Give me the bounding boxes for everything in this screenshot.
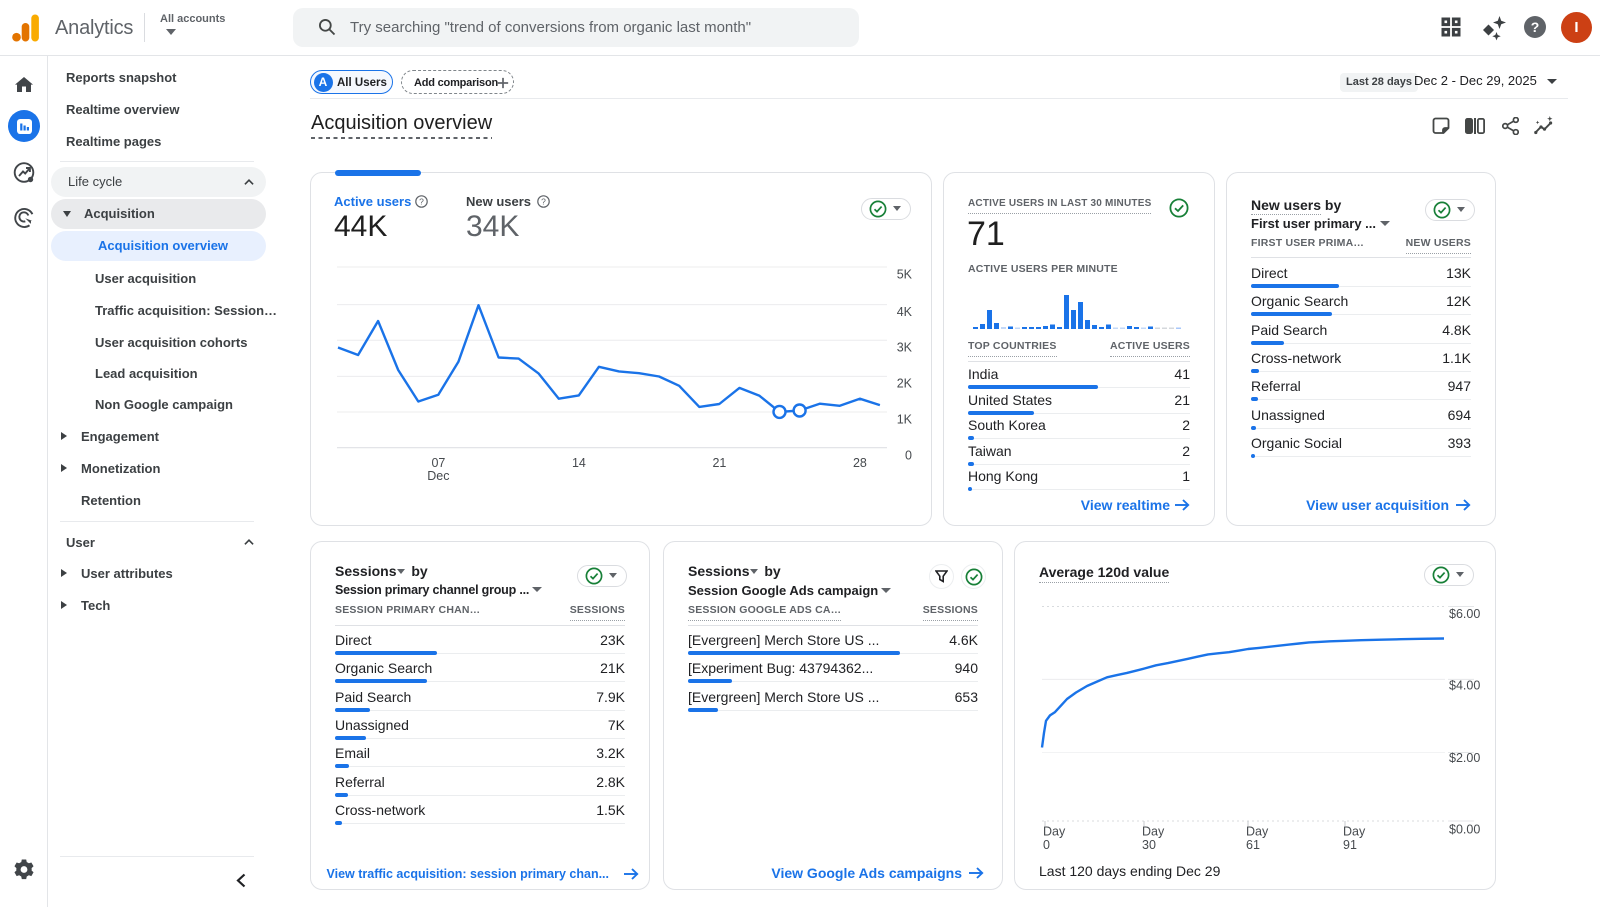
svg-text:61: 61 <box>1246 838 1260 852</box>
svg-text:4K: 4K <box>897 305 913 319</box>
svg-text:0: 0 <box>1043 838 1050 852</box>
svg-text:1K: 1K <box>897 413 913 427</box>
svg-text:28: 28 <box>853 456 867 470</box>
svg-text:0: 0 <box>905 449 912 463</box>
svg-text:3K: 3K <box>897 341 913 355</box>
svg-text:2K: 2K <box>897 377 913 391</box>
svg-text:$6.00: $6.00 <box>1449 607 1480 621</box>
svg-text:?: ? <box>419 196 424 206</box>
svg-text:30: 30 <box>1142 838 1156 852</box>
svg-text:$0.00: $0.00 <box>1449 823 1480 837</box>
svg-text:$2.00: $2.00 <box>1449 751 1480 765</box>
svg-text:5K: 5K <box>897 268 913 282</box>
svg-text:Day: Day <box>1246 825 1269 839</box>
svg-text:$4.00: $4.00 <box>1449 679 1480 693</box>
svg-text:91: 91 <box>1343 838 1357 852</box>
svg-text:Day: Day <box>1142 825 1165 839</box>
svg-text:07: 07 <box>431 456 445 470</box>
svg-text:Dec: Dec <box>427 469 449 483</box>
svg-text:Day: Day <box>1043 825 1066 839</box>
svg-text:?: ? <box>541 196 546 206</box>
svg-text:14: 14 <box>572 456 586 470</box>
svg-text:21: 21 <box>712 456 726 470</box>
svg-text:Day: Day <box>1343 825 1366 839</box>
